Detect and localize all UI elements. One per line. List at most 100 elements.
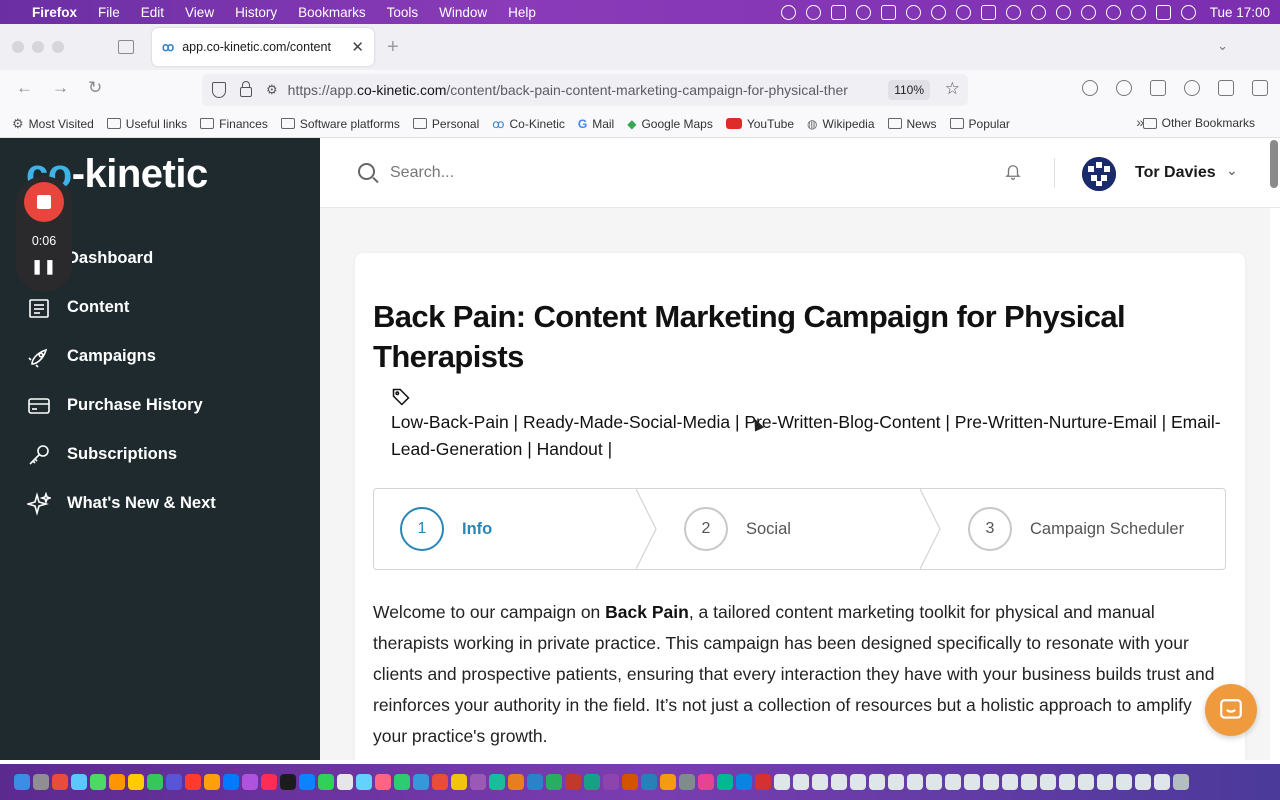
window-thumbnail[interactable] — [1154, 774, 1170, 790]
app-icon[interactable] — [90, 774, 106, 790]
reload-icon[interactable]: ↻ — [88, 78, 102, 98]
app-icon[interactable] — [432, 774, 448, 790]
pocket-icon[interactable] — [1082, 80, 1098, 96]
menu-edit[interactable]: Edit — [141, 5, 164, 20]
app-icon[interactable] — [527, 774, 543, 790]
app-icon[interactable] — [603, 774, 619, 790]
window-thumbnail[interactable] — [926, 774, 942, 790]
finder-icon[interactable] — [14, 774, 30, 790]
step-social[interactable]: 2 Social — [684, 489, 791, 569]
chat-support-button[interactable] — [1205, 684, 1257, 736]
app-icon[interactable] — [261, 774, 277, 790]
chevron-down-icon[interactable]: ⌄ — [1226, 162, 1238, 179]
app-icon[interactable] — [223, 774, 239, 790]
window-thumbnail[interactable] — [1021, 774, 1037, 790]
trash-icon[interactable] — [1173, 774, 1189, 790]
sidebar-item-subscriptions[interactable]: Subscriptions — [26, 430, 216, 479]
app-icon[interactable] — [375, 774, 391, 790]
app-icon[interactable] — [299, 774, 315, 790]
app-icon[interactable] — [679, 774, 695, 790]
control-center-icon[interactable] — [1155, 4, 1171, 20]
bookmark-most-visited[interactable]: ⚙ Most Visited — [12, 116, 94, 132]
minimize-window-button[interactable] — [32, 41, 44, 53]
avatar[interactable] — [1082, 157, 1116, 191]
extension-icon[interactable] — [1150, 80, 1166, 96]
extensions-puzzle-icon[interactable] — [1218, 80, 1234, 96]
tracking-shield-icon[interactable] — [212, 82, 226, 98]
app-icon[interactable] — [356, 774, 372, 790]
window-thumbnail[interactable] — [774, 774, 790, 790]
window-thumbnail[interactable] — [1135, 774, 1151, 790]
app-icon[interactable] — [280, 774, 296, 790]
battery-icon[interactable] — [980, 4, 996, 20]
menu-help[interactable]: Help — [508, 5, 536, 20]
bookmark-personal[interactable]: Personal — [412, 117, 479, 131]
step-campaign-scheduler[interactable]: 3 Campaign Scheduler — [968, 489, 1184, 569]
app-icon[interactable] — [166, 774, 182, 790]
status-icon[interactable] — [1005, 4, 1021, 20]
app-icon[interactable] — [660, 774, 676, 790]
app-icon[interactable] — [470, 774, 486, 790]
search-input[interactable] — [390, 158, 890, 188]
menu-view[interactable]: View — [185, 5, 214, 20]
zoom-level-badge[interactable]: 110% — [888, 80, 930, 100]
bookmark-software-platforms[interactable]: Software platforms — [280, 117, 400, 131]
app-icon[interactable] — [147, 774, 163, 790]
app-icon[interactable] — [717, 774, 733, 790]
bookmark-news[interactable]: News — [887, 117, 937, 131]
window-thumbnail[interactable] — [1078, 774, 1094, 790]
sidebar-item-purchase-history[interactable]: Purchase History — [26, 381, 216, 430]
user-name[interactable]: Tor Davies — [1135, 164, 1216, 182]
spotlight-icon[interactable] — [1130, 4, 1146, 20]
window-thumbnail[interactable] — [945, 774, 961, 790]
sidebar-item-content[interactable]: Content — [26, 283, 216, 332]
notification-bell-icon[interactable] — [1004, 162, 1022, 180]
bookmark-co-kinetic[interactable]: ꝏ Co-Kinetic — [492, 117, 565, 131]
window-thumbnail[interactable] — [831, 774, 847, 790]
pause-icon[interactable]: ❚❚ — [31, 258, 56, 275]
status-icon[interactable] — [930, 4, 946, 20]
window-thumbnail[interactable] — [1097, 774, 1113, 790]
window-thumbnail[interactable] — [850, 774, 866, 790]
user-icon[interactable] — [1105, 4, 1121, 20]
window-thumbnail[interactable] — [1002, 774, 1018, 790]
siri-icon[interactable] — [1180, 4, 1196, 20]
close-window-button[interactable] — [12, 41, 24, 53]
window-thumbnail[interactable] — [907, 774, 923, 790]
password-manager-icon[interactable] — [1184, 80, 1200, 96]
status-icon[interactable] — [955, 4, 971, 20]
url-text[interactable]: https://app.co-kinetic.com/content/back-… — [288, 82, 878, 98]
bookmark-youtube[interactable]: YouTube — [725, 117, 794, 131]
menu-file[interactable]: File — [98, 5, 120, 20]
window-thumbnail[interactable] — [888, 774, 904, 790]
lock-icon[interactable] — [240, 81, 252, 97]
app-icon[interactable] — [33, 774, 49, 790]
menu-bookmarks[interactable]: Bookmarks — [298, 5, 366, 20]
menu-tools[interactable]: Tools — [387, 5, 419, 20]
bookmark-useful-links[interactable]: Useful links — [106, 117, 187, 131]
app-icon[interactable] — [318, 774, 334, 790]
app-icon[interactable] — [489, 774, 505, 790]
tab-list-chevron-icon[interactable]: ⌄ — [1217, 38, 1228, 54]
bookmark-popular[interactable]: Popular — [949, 117, 1010, 131]
app-icon[interactable] — [641, 774, 657, 790]
tab-overview-icon[interactable] — [118, 40, 134, 54]
app-icon[interactable] — [71, 774, 87, 790]
app-icon[interactable] — [185, 774, 201, 790]
app-icon[interactable] — [128, 774, 144, 790]
menu-history[interactable]: History — [235, 5, 277, 20]
app-icon[interactable] — [546, 774, 562, 790]
maximize-window-button[interactable] — [52, 41, 64, 53]
app-icon[interactable] — [52, 774, 68, 790]
address-bar[interactable]: ⚙ https://app.co-kinetic.com/content/bac… — [202, 74, 968, 106]
status-icon[interactable] — [905, 4, 921, 20]
forward-arrow-icon[interactable]: → — [52, 78, 69, 98]
status-icon[interactable] — [805, 4, 821, 20]
status-icon[interactable] — [830, 4, 846, 20]
window-thumbnail[interactable] — [793, 774, 809, 790]
window-thumbnail[interactable] — [1040, 774, 1056, 790]
app-icon[interactable] — [242, 774, 258, 790]
page-scrollbar[interactable] — [1270, 140, 1278, 188]
status-icon[interactable] — [880, 4, 896, 20]
back-arrow-icon[interactable]: ← — [16, 78, 33, 98]
